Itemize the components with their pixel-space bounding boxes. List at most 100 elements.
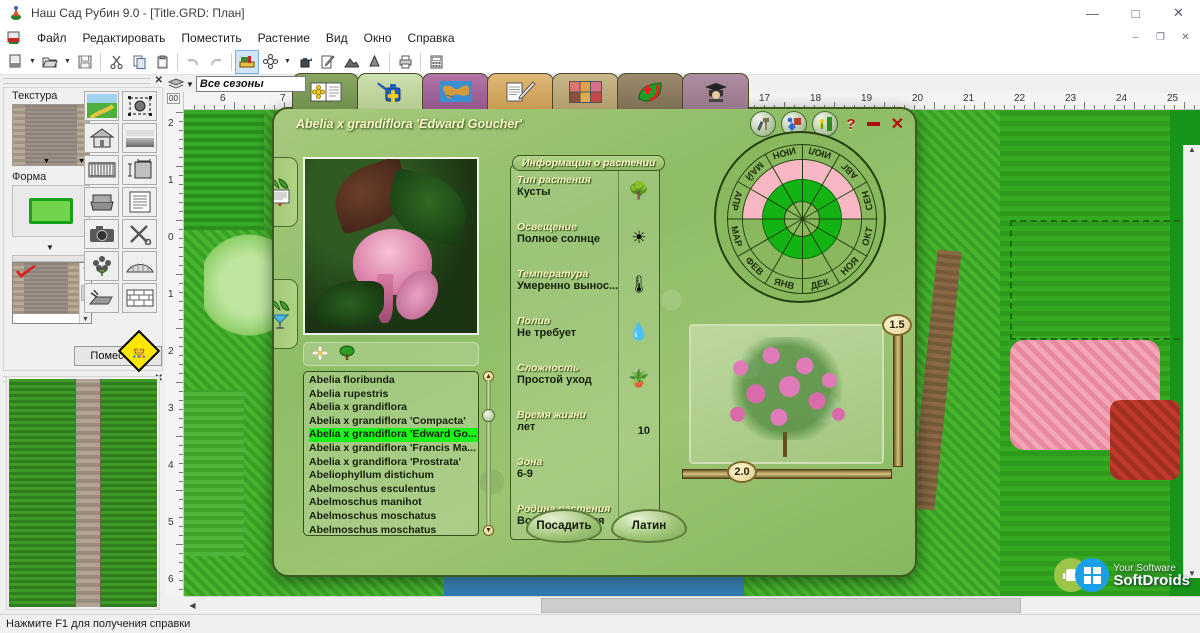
undo-button[interactable]: [182, 51, 204, 73]
latin-button[interactable]: Латин: [611, 509, 687, 543]
expand-icon[interactable]: ▼: [46, 243, 54, 252]
texture-list[interactable]: ▲ ▼: [12, 262, 92, 324]
mdi-close-button[interactable]: ✕: [1173, 28, 1198, 47]
close-button[interactable]: ✕: [1157, 0, 1200, 26]
edit-note-button[interactable]: [317, 51, 339, 73]
flower-filter-icon[interactable]: [311, 344, 329, 364]
texture-preview[interactable]: ▼ ▼: [12, 104, 90, 166]
flower-tool-button[interactable]: [259, 51, 281, 73]
list-item[interactable]: Abelia x grandiflora: [309, 401, 478, 415]
list-item[interactable]: Abelia x grandiflora 'Edward Go...: [309, 428, 478, 442]
redo-button[interactable]: [205, 51, 227, 73]
tab-notes[interactable]: [487, 73, 554, 109]
menu-item-help[interactable]: Справка: [400, 29, 463, 47]
plant-species-list[interactable]: Abelia floribunda Abelia rupestris Abelia …: [303, 371, 479, 536]
tab-health[interactable]: [617, 73, 684, 109]
open-file-button[interactable]: [39, 51, 61, 73]
mdi-restore-button[interactable]: ❐: [1148, 28, 1173, 47]
canvas-vertical-scrollbar[interactable]: ▲ ▼: [1183, 145, 1200, 578]
season-select[interactable]: Все сезоны: [195, 76, 306, 92]
cone-tool-button[interactable]: [363, 51, 385, 73]
season-wheel[interactable]: ЯНВ ФЕВ МАР АПР МАЙ ИЮН ИЮЛ АВГ СЕН ОКТ НОЯ ДЕК: [714, 131, 886, 303]
list-item[interactable]: Abeliophyllum distichum: [309, 469, 478, 483]
list-item[interactable]: Abelmoschus moschatus: [309, 524, 478, 535]
open-file-dropdown-icon[interactable]: ▼: [62, 51, 73, 73]
watering-can-button[interactable]: [294, 51, 316, 73]
scroll-thumb[interactable]: [541, 598, 1021, 613]
flower-tool-dropdown-icon[interactable]: ▼: [282, 51, 293, 73]
list-item[interactable]: Abelmoschus esculentus: [309, 483, 478, 497]
list-item[interactable]: Abelia floribunda: [309, 374, 478, 388]
fence-icon[interactable]: [84, 155, 119, 185]
plant-list-scrollbar[interactable]: ▲ ▼: [482, 371, 495, 536]
gradient-icon[interactable]: [122, 123, 157, 153]
panel-grip[interactable]: [3, 77, 151, 84]
paste-button[interactable]: [151, 51, 173, 73]
garden-tools-button[interactable]: [750, 111, 777, 137]
form-preview[interactable]: [12, 185, 90, 237]
scroll-down-icon[interactable]: ▼: [82, 316, 89, 323]
new-plan-button[interactable]: [4, 51, 26, 73]
scroll-thumb[interactable]: [482, 409, 495, 422]
tab-map[interactable]: [422, 73, 489, 109]
list-item[interactable]: Abelia x grandiflora 'Francis Ma...: [309, 442, 478, 456]
mdi-minimize-button[interactable]: –: [1123, 28, 1148, 47]
menu-item-file[interactable]: Файл: [29, 29, 75, 47]
new-plan-dropdown-icon[interactable]: ▼: [27, 51, 38, 73]
camera-icon[interactable]: [84, 219, 119, 249]
layers-icon[interactable]: [168, 77, 184, 91]
grid-object-icon[interactable]: [122, 91, 157, 121]
season-dropdown-icon[interactable]: ▼: [186, 80, 194, 89]
vertical-ruler[interactable]: 00 2101234567: [166, 92, 184, 596]
save-button[interactable]: [74, 51, 96, 73]
ruler-tick: [1094, 105, 1095, 109]
close-icon[interactable]: ✕: [151, 75, 163, 86]
list-item[interactable]: Abelia x grandiflora 'Compacta': [309, 415, 478, 429]
road-work-sign-icon[interactable]: 👷: [117, 329, 161, 373]
print-button[interactable]: [394, 51, 416, 73]
house-icon[interactable]: [84, 123, 119, 153]
side-tab-uses[interactable]: [274, 279, 298, 349]
bridge-icon[interactable]: [122, 251, 157, 281]
list-icon[interactable]: [122, 187, 157, 217]
scroll-left-icon[interactable]: ◀: [184, 597, 201, 614]
menu-item-window[interactable]: Окно: [356, 29, 400, 47]
flower-icon[interactable]: [84, 251, 119, 281]
plant-button[interactable]: Посадить: [526, 509, 602, 543]
tab-watering[interactable]: [357, 73, 424, 109]
tab-gallery[interactable]: [552, 73, 619, 109]
stone-edge-icon[interactable]: [84, 283, 119, 313]
calculator-button[interactable]: [425, 51, 447, 73]
list-item[interactable]: Abelmoschus manihot: [309, 496, 478, 510]
dialog-minimize-button[interactable]: [866, 122, 880, 126]
dialog-close-button[interactable]: ✕: [888, 114, 907, 134]
tools-icon[interactable]: [122, 219, 157, 249]
bench-icon[interactable]: [84, 187, 119, 217]
scroll-up-icon[interactable]: ▲: [1188, 145, 1196, 154]
landscape-icon[interactable]: [84, 91, 119, 121]
minimize-button[interactable]: —: [1071, 0, 1114, 26]
brick-wall-icon[interactable]: [122, 283, 157, 313]
canvas-horizontal-scrollbar[interactable]: ◀: [184, 596, 1200, 614]
scroll-down-icon[interactable]: ▼: [483, 525, 494, 536]
scroll-track[interactable]: [486, 381, 491, 526]
side-tab-description[interactable]: [274, 157, 298, 227]
copy-button[interactable]: [128, 51, 150, 73]
menu-item-view[interactable]: Вид: [318, 29, 356, 47]
resize-icon[interactable]: [122, 155, 157, 185]
menu-item-place[interactable]: Поместить: [173, 29, 249, 47]
list-item[interactable]: Abelia rupestris: [309, 388, 478, 402]
list-item[interactable]: Abelia x grandiflora 'Prostrata': [309, 456, 478, 470]
terrain-button[interactable]: [340, 51, 362, 73]
texture-slider[interactable]: [12, 255, 92, 262]
list-item[interactable]: Abelmoschus moschatus: [309, 510, 478, 524]
tree-filter-icon[interactable]: [338, 345, 356, 364]
texture-large-preview[interactable]: [6, 376, 160, 610]
maximize-button[interactable]: □: [1114, 0, 1157, 26]
menu-item-edit[interactable]: Редактировать: [75, 29, 174, 47]
ruler-button[interactable]: [235, 49, 259, 74]
tab-academy[interactable]: [682, 73, 749, 109]
cut-button[interactable]: [105, 51, 127, 73]
dialog-help-button[interactable]: ?: [843, 116, 858, 133]
menu-item-plant[interactable]: Растение: [250, 29, 318, 47]
